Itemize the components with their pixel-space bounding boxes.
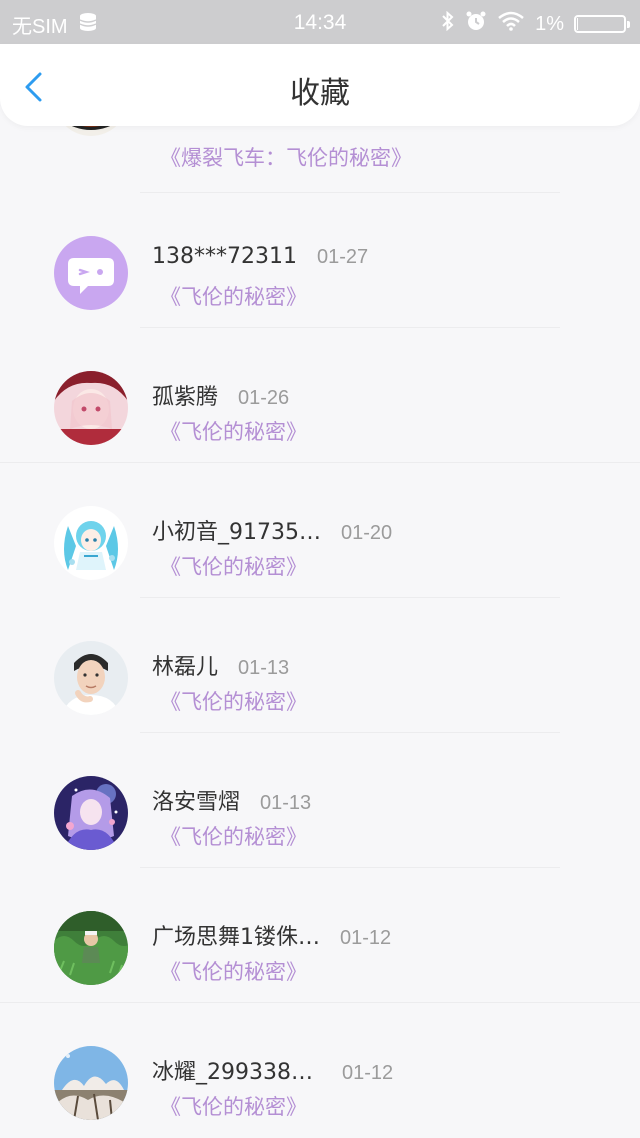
battery-fill bbox=[577, 18, 578, 30]
work-title-link[interactable]: 《飞伦的秘密》 bbox=[160, 686, 307, 716]
nav-header: 收藏 bbox=[0, 44, 640, 126]
user-name: 冰耀_2993382… bbox=[152, 1060, 322, 1085]
list-item[interactable]: 138***72311 01-27 《飞伦的秘密》 bbox=[0, 193, 640, 328]
work-title-link[interactable]: 《飞伦的秘密》 bbox=[160, 551, 307, 581]
default-chat-avatar bbox=[54, 236, 128, 310]
work-title-link[interactable]: 《飞伦的秘密》 bbox=[160, 1091, 307, 1121]
wifi-icon bbox=[497, 11, 525, 37]
man-portrait-avatar bbox=[54, 641, 128, 715]
user-name: 孤紫腾 bbox=[152, 385, 219, 410]
list-item[interactable]: 《爆裂飞车：飞伦的秘密》 bbox=[0, 126, 640, 193]
name-line: 林磊儿 01-13 bbox=[152, 649, 289, 681]
work-title-link[interactable]: 《飞伦的秘密》 bbox=[160, 821, 307, 851]
user-name: 广场思舞1镂侏… bbox=[152, 925, 320, 950]
user-name: 138***72311 bbox=[152, 244, 297, 269]
work-title-link[interactable]: 《飞伦的秘密》 bbox=[160, 281, 307, 311]
list-item[interactable]: 孤紫腾 01-26 《飞伦的秘密》 bbox=[0, 328, 640, 463]
list-item[interactable]: 冰耀_2993382… 01-12 《飞伦的秘密》 bbox=[0, 1003, 640, 1138]
name-line: 洛安雪熠 01-13 bbox=[152, 784, 311, 816]
grass-field-avatar bbox=[54, 911, 128, 985]
favorite-date: 01-13 bbox=[260, 792, 312, 814]
anime-girl-avatar bbox=[54, 371, 128, 445]
favorite-date: 01-12 bbox=[340, 927, 392, 949]
food-bowl-avatar bbox=[54, 126, 128, 136]
name-line: 广场思舞1镂侏… 01-12 bbox=[152, 919, 391, 951]
work-title-link[interactable]: 《飞伦的秘密》 bbox=[160, 956, 307, 986]
miku-avatar bbox=[54, 506, 128, 580]
list-item[interactable]: 洛安雪熠 01-13 《飞伦的秘密》 bbox=[0, 733, 640, 868]
name-line: 冰耀_2993382… 01-12 bbox=[152, 1054, 393, 1086]
name-line: 孤紫腾 01-26 bbox=[152, 379, 289, 411]
page-title: 收藏 bbox=[290, 76, 350, 111]
favorites-list: 《爆裂飞车：飞伦的秘密》 138***72311 01-27 《飞伦的秘密》 孤… bbox=[0, 126, 640, 1138]
alarm-icon bbox=[465, 10, 487, 38]
user-name: 林磊儿 bbox=[152, 655, 219, 680]
user-name: 洛安雪熠 bbox=[152, 790, 241, 815]
battery-icon bbox=[574, 15, 630, 33]
list-item[interactable]: 小初音_91735… 01-20 《飞伦的秘密》 bbox=[0, 463, 640, 598]
favorite-date: 01-26 bbox=[238, 387, 290, 409]
list-item[interactable]: 广场思舞1镂侏… 01-12 《飞伦的秘密》 bbox=[0, 868, 640, 1003]
user-name: 小初音_91735… bbox=[152, 520, 321, 545]
favorite-date: 01-27 bbox=[316, 246, 369, 268]
favorite-date: 01-20 bbox=[341, 522, 393, 544]
status-bar: 无SIM 14:34 1% bbox=[0, 0, 640, 44]
list-item[interactable]: 林磊儿 01-13 《飞伦的秘密》 bbox=[0, 598, 640, 733]
blossom-tree-avatar bbox=[54, 1046, 128, 1120]
favorite-date: 01-13 bbox=[238, 657, 290, 679]
name-line: 138***72311 01-27 bbox=[152, 244, 368, 269]
work-title-link[interactable]: 《爆裂飞车：飞伦的秘密》 bbox=[160, 142, 412, 172]
bluetooth-icon bbox=[441, 10, 455, 37]
battery-percent: 1% bbox=[535, 12, 564, 35]
status-right: 1% bbox=[441, 10, 630, 38]
work-title-link[interactable]: 《飞伦的秘密》 bbox=[160, 416, 307, 446]
name-line: 小初音_91735… 01-20 bbox=[152, 514, 392, 546]
anime-night-avatar bbox=[54, 776, 128, 850]
favorite-date: 01-12 bbox=[342, 1062, 394, 1084]
